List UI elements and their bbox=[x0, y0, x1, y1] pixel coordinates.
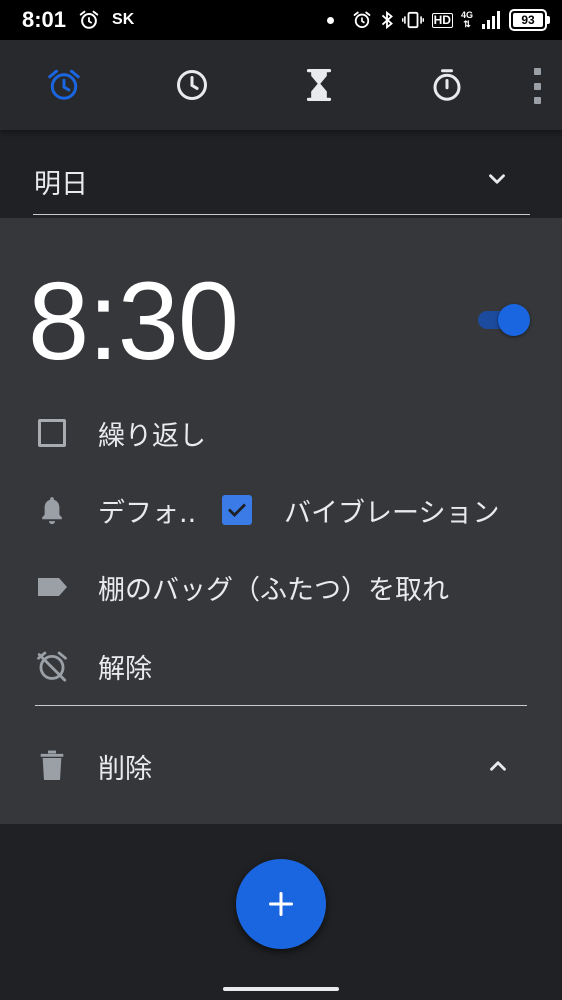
divider bbox=[35, 705, 527, 706]
repeat-row[interactable]: 繰り返し bbox=[0, 403, 562, 463]
hd-voice-icon: HD bbox=[431, 12, 453, 28]
bluetooth-icon bbox=[380, 10, 394, 30]
stopwatch-icon bbox=[433, 69, 461, 101]
label-tag-icon bbox=[34, 569, 70, 605]
network-type-icon: 4G ⇅ bbox=[460, 10, 473, 29]
divider bbox=[33, 214, 530, 215]
dismiss-label: 解除 bbox=[98, 653, 152, 685]
tab-clock[interactable] bbox=[170, 63, 214, 107]
bell-icon bbox=[34, 492, 70, 528]
ringtone-label[interactable]: デフォ.. bbox=[98, 491, 196, 530]
alarm-status-icon bbox=[78, 9, 100, 31]
notification-dot-icon bbox=[326, 16, 334, 24]
alarm-day-label: 明日 bbox=[34, 169, 88, 200]
tab-bar bbox=[0, 40, 562, 130]
vibration-checkbox[interactable] bbox=[222, 495, 252, 525]
checkmark-icon bbox=[228, 503, 246, 517]
carrier-label: SK bbox=[112, 11, 135, 28]
dismiss-row[interactable]: 解除 bbox=[0, 636, 562, 696]
clock-icon bbox=[177, 70, 207, 100]
chevron-down-icon[interactable] bbox=[484, 166, 510, 196]
status-bar: 8:01 SK HD 4G ⇅ 93 bbox=[0, 0, 562, 40]
alarm-icon bbox=[48, 69, 80, 100]
hourglass-icon bbox=[306, 68, 332, 102]
overflow-menu-icon[interactable] bbox=[528, 68, 546, 104]
alarm-label-text: 棚のバッグ（ふたつ）を取れ bbox=[98, 574, 449, 606]
vibrate-icon bbox=[401, 11, 424, 29]
ringtone-row: デフォ.. バイブレーション bbox=[0, 480, 562, 540]
add-alarm-button[interactable] bbox=[236, 859, 326, 949]
alarm-status-icon-2 bbox=[352, 10, 372, 30]
repeat-label: 繰り返し bbox=[98, 420, 206, 452]
trash-icon bbox=[34, 748, 70, 784]
vibration-label: バイブレーション bbox=[284, 497, 500, 529]
tab-timer[interactable] bbox=[297, 63, 341, 107]
battery-level: 93 bbox=[513, 13, 543, 27]
tab-stopwatch[interactable] bbox=[425, 63, 469, 107]
chevron-up-icon[interactable] bbox=[484, 752, 512, 780]
alarm-time[interactable]: 8:30 bbox=[28, 262, 239, 382]
delete-label: 削除 bbox=[98, 753, 152, 785]
alarm-card: 8:30 繰り返し デフォ.. バイブレーション 棚のバッグ（ふたつ）を取れ 解… bbox=[0, 218, 562, 824]
signal-icon bbox=[481, 10, 501, 30]
alarm-header[interactable]: 明日 bbox=[0, 130, 562, 218]
label-row[interactable]: 棚のバッグ（ふたつ）を取れ bbox=[0, 557, 562, 617]
status-time: 8:01 bbox=[22, 7, 67, 32]
delete-row[interactable]: 削除 bbox=[0, 736, 562, 796]
plus-icon bbox=[268, 891, 294, 917]
battery-icon: 93 bbox=[509, 9, 550, 31]
alarm-enabled-toggle[interactable] bbox=[476, 302, 532, 336]
gesture-nav-handle[interactable] bbox=[223, 987, 339, 991]
repeat-checkbox[interactable] bbox=[34, 415, 70, 451]
tab-alarm[interactable] bbox=[42, 63, 86, 107]
alarm-off-icon bbox=[34, 648, 70, 684]
